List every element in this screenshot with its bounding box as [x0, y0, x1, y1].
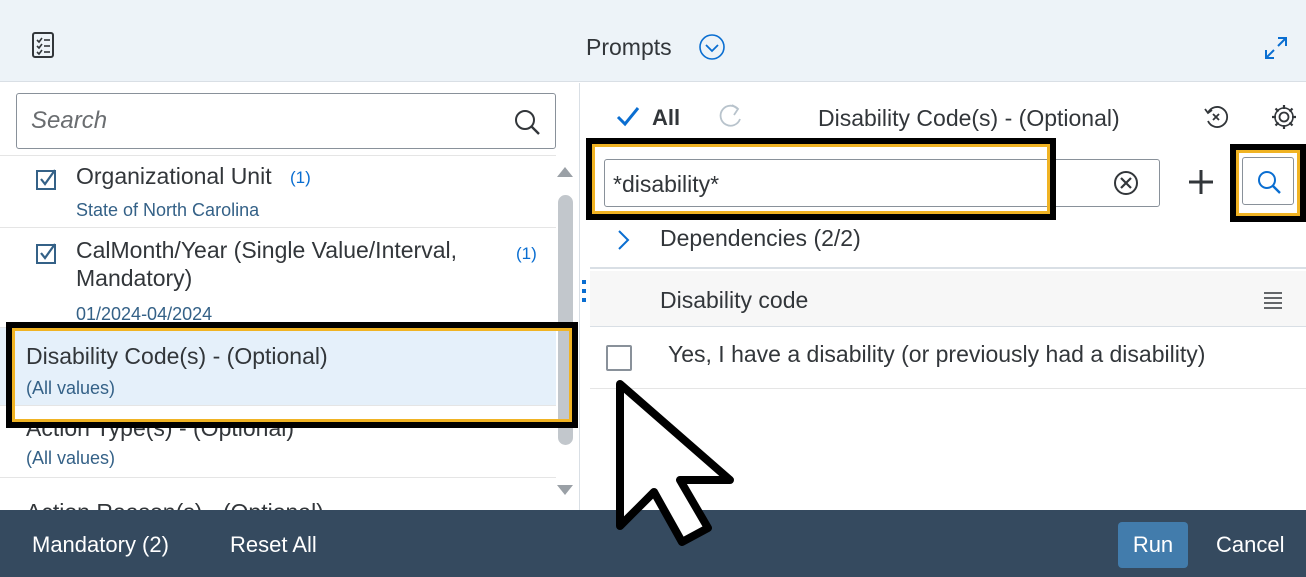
prompt-item-title: Action Type(s) - (Optional) [26, 415, 295, 441]
prompt-item-action-types[interactable]: Action Type(s) - (Optional) (All values) [0, 406, 556, 478]
value-checkbox[interactable] [606, 345, 632, 371]
detail-title: Disability Code(s) - (Optional) [818, 105, 1120, 131]
checkbox-checked-icon [36, 243, 56, 264]
prompt-item-count: (1) [290, 168, 311, 187]
page-title: Prompts [586, 34, 672, 60]
prompt-item-value: (All values) [26, 378, 116, 398]
prompt-search-input[interactable] [31, 102, 501, 140]
checkmark-icon[interactable] [616, 105, 640, 127]
reset-all-button[interactable]: Reset All [230, 532, 317, 558]
add-icon[interactable] [1186, 167, 1216, 197]
gear-icon[interactable] [1270, 103, 1298, 131]
prompt-item-title-line2: Mandatory) [76, 265, 193, 291]
prompt-item-title: Disability Code(s) - (Optional) [26, 343, 328, 369]
pane-splitter[interactable] [582, 280, 586, 312]
prompt-list: Organizational Unit (1) State of North C… [0, 155, 556, 510]
expand-icon[interactable] [1262, 34, 1290, 62]
value-filter-input[interactable] [613, 166, 1093, 202]
prompts-footer: Mandatory (2) Reset All Run Cancel [0, 510, 1306, 577]
mandatory-button[interactable]: Mandatory (2) [32, 532, 169, 558]
prompt-item-value: State of North Carolina [76, 200, 260, 220]
prompt-detail-pane: All Disability Code(s) - (Optional) *dis… [590, 83, 1306, 510]
prompt-item-count: (1) [516, 244, 537, 263]
run-button[interactable]: Run [1118, 522, 1188, 568]
checkbox-checked-icon [36, 169, 56, 190]
prompt-item-organizational-unit[interactable]: Organizational Unit (1) State of North C… [0, 156, 556, 228]
value-label: Yes, I have a disability (or previously … [668, 341, 1206, 367]
column-header-label: Disability code [660, 287, 809, 313]
checklist-icon[interactable] [32, 32, 54, 58]
prompt-item-action-reasons[interactable]: Action Reason(s) - (Optional) [0, 478, 556, 510]
prompt-item-title-line1: CalMonth/Year (Single Value/Interval, [76, 237, 457, 263]
select-all-button[interactable]: All [652, 105, 680, 131]
scroll-up-arrow[interactable] [557, 167, 573, 177]
chevron-down-circle-icon[interactable] [698, 33, 726, 61]
prompt-item-disability-codes[interactable]: Disability Code(s) - (Optional) (All val… [0, 328, 556, 406]
prompt-item-value: 01/2024-04/2024 [76, 304, 213, 324]
scroll-down-arrow[interactable] [557, 485, 573, 495]
search-icon [1258, 171, 1281, 194]
chevron-right-icon[interactable] [616, 229, 632, 251]
prompt-search-box[interactable] [16, 93, 556, 149]
clear-input-icon[interactable] [1112, 169, 1140, 197]
scrollbar-thumb[interactable] [558, 195, 573, 445]
value-filter-field[interactable] [604, 159, 1160, 207]
prompt-item-title: Action Reason(s) - (Optional) [26, 498, 324, 510]
clear-selection-icon[interactable] [1202, 103, 1230, 131]
prompt-item-value: (All values) [26, 448, 116, 468]
search-icon[interactable] [513, 108, 541, 136]
prompt-list-pane: Organizational Unit (1) State of North C… [0, 83, 580, 510]
detail-toolbar: All Disability Code(s) - (Optional) [590, 83, 1306, 147]
cancel-button[interactable]: Cancel [1216, 532, 1284, 558]
column-menu-icon[interactable] [1262, 291, 1284, 311]
prompts-header: Prompts [0, 0, 1306, 82]
prompt-item-calmonth-year[interactable]: CalMonth/Year (Single Value/Interval, Ma… [0, 228, 556, 328]
value-search-button[interactable] [1242, 157, 1294, 205]
prompt-item-title: Organizational Unit [76, 163, 272, 189]
dependencies-label[interactable]: Dependencies (2/2) [660, 225, 861, 252]
refresh-icon[interactable] [718, 101, 744, 129]
